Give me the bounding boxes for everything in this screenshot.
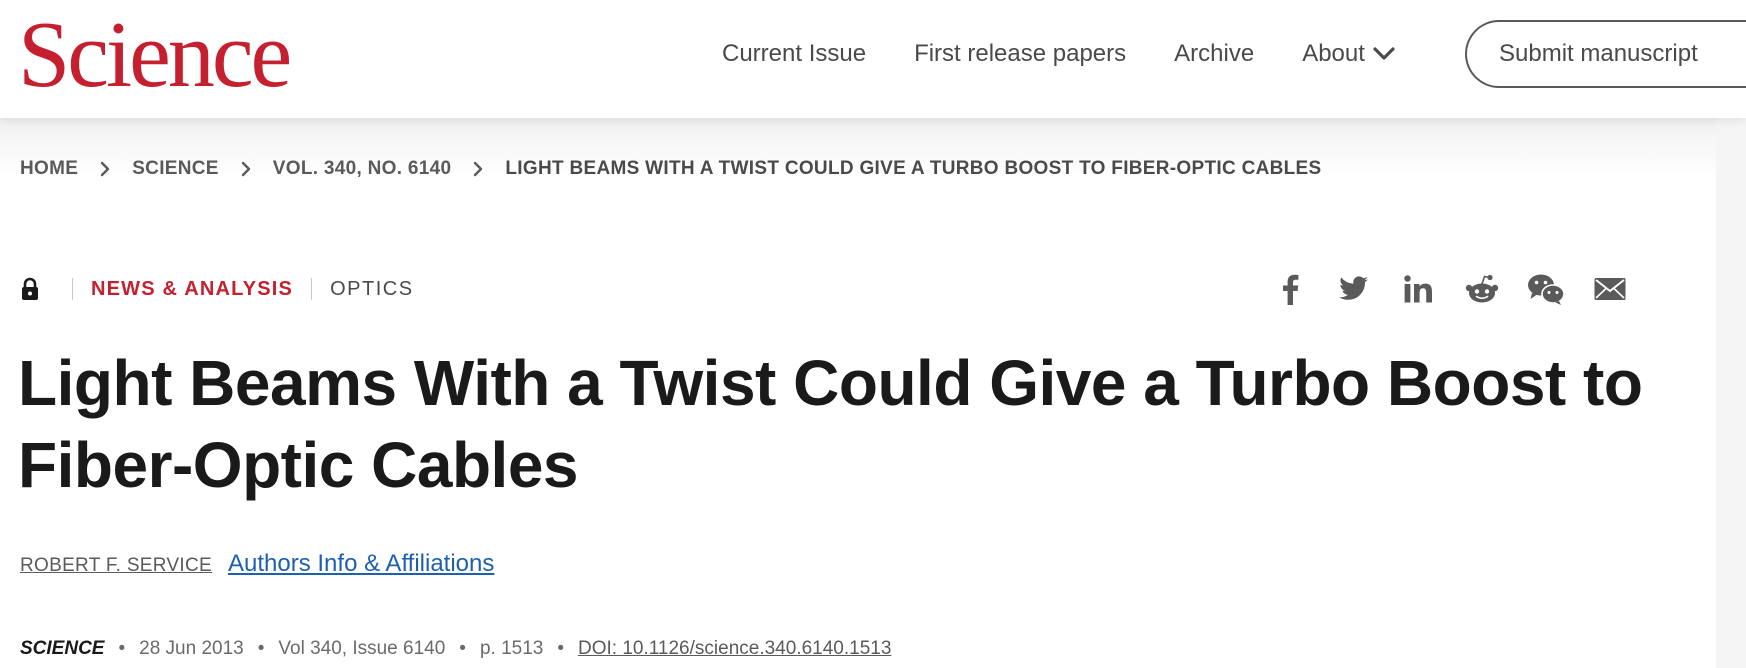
article-meta-row: NEWS & ANALYSIS OPTICS	[20, 274, 414, 304]
breadcrumb-science[interactable]: SCIENCE	[132, 158, 219, 180]
citation-separator: •	[118, 638, 126, 659]
nav-archive-label: Archive	[1174, 40, 1255, 67]
chevron-right-icon	[100, 161, 110, 177]
author-line: ROBERT F. SERVICE Authors Info & Affilia…	[20, 550, 494, 578]
chevron-right-icon	[473, 161, 483, 177]
breadcrumb-issue[interactable]: VOL. 340, NO. 6140	[273, 158, 452, 180]
article-title: Light Beams With a Twist Could Give a Tu…	[18, 347, 1643, 501]
facebook-icon[interactable]	[1258, 268, 1322, 310]
wechat-icon[interactable]	[1514, 268, 1578, 310]
citation-separator: •	[557, 638, 565, 659]
citation-volume-issue: Vol 340, Issue 6140	[278, 638, 446, 659]
science-logo[interactable]: Science	[18, 8, 292, 102]
meta-divider	[311, 278, 313, 300]
citation-separator: •	[459, 638, 466, 659]
share-toolbar	[1258, 268, 1642, 310]
twitter-icon[interactable]	[1322, 268, 1386, 310]
breadcrumb: HOME SCIENCE VOL. 340, NO. 6140 LIGHT BE…	[20, 158, 1321, 180]
authors-info-affiliations-link[interactable]: Authors Info & Affiliations	[228, 550, 494, 578]
nav-archive[interactable]: Archive	[1174, 40, 1254, 68]
nav-first-release-papers[interactable]: First release papers	[914, 40, 1126, 68]
author-name-link[interactable]: ROBERT F. SERVICE	[20, 555, 212, 577]
nav-first-release-label: First release papers	[914, 40, 1127, 67]
breadcrumb-home[interactable]: HOME	[20, 158, 78, 180]
main-nav: Current Issue First release papers Archi…	[722, 0, 1443, 108]
chevron-down-icon	[1373, 47, 1395, 61]
nav-current-issue-label: Current Issue	[722, 40, 867, 67]
submit-manuscript-label: Submit manuscript	[1499, 40, 1698, 67]
email-icon[interactable]	[1578, 268, 1642, 310]
doi-link[interactable]: DOI: 10.1126/science.340.6140.1513	[578, 638, 891, 660]
linkedin-icon[interactable]	[1386, 268, 1450, 310]
citation-separator: •	[257, 638, 265, 659]
lock-icon	[20, 277, 40, 301]
nav-current-issue[interactable]: Current Issue	[722, 40, 866, 68]
meta-divider	[72, 278, 73, 300]
breadcrumb-current: LIGHT BEAMS WITH A TWIST COULD GIVE A TU…	[505, 158, 1322, 179]
citation-pages: p. 1513	[479, 638, 544, 659]
site-header: Science Current Issue First release pape…	[0, 0, 1746, 118]
citation-journal: SCIENCE	[20, 638, 105, 659]
page-edge-strip	[1716, 118, 1746, 668]
submit-manuscript-button[interactable]: Submit manuscript	[1465, 20, 1746, 88]
citation-line: SCIENCE • 28 Jun 2013 • Vol 340, Issue 6…	[20, 638, 891, 660]
nav-about[interactable]: About	[1302, 40, 1395, 68]
chevron-right-icon	[241, 161, 251, 177]
article-section[interactable]: NEWS & ANALYSIS	[91, 278, 293, 301]
citation-date: 28 Jun 2013	[139, 638, 244, 659]
reddit-icon[interactable]	[1450, 268, 1514, 310]
article-subject[interactable]: OPTICS	[330, 278, 413, 301]
nav-about-label: About	[1302, 40, 1365, 67]
